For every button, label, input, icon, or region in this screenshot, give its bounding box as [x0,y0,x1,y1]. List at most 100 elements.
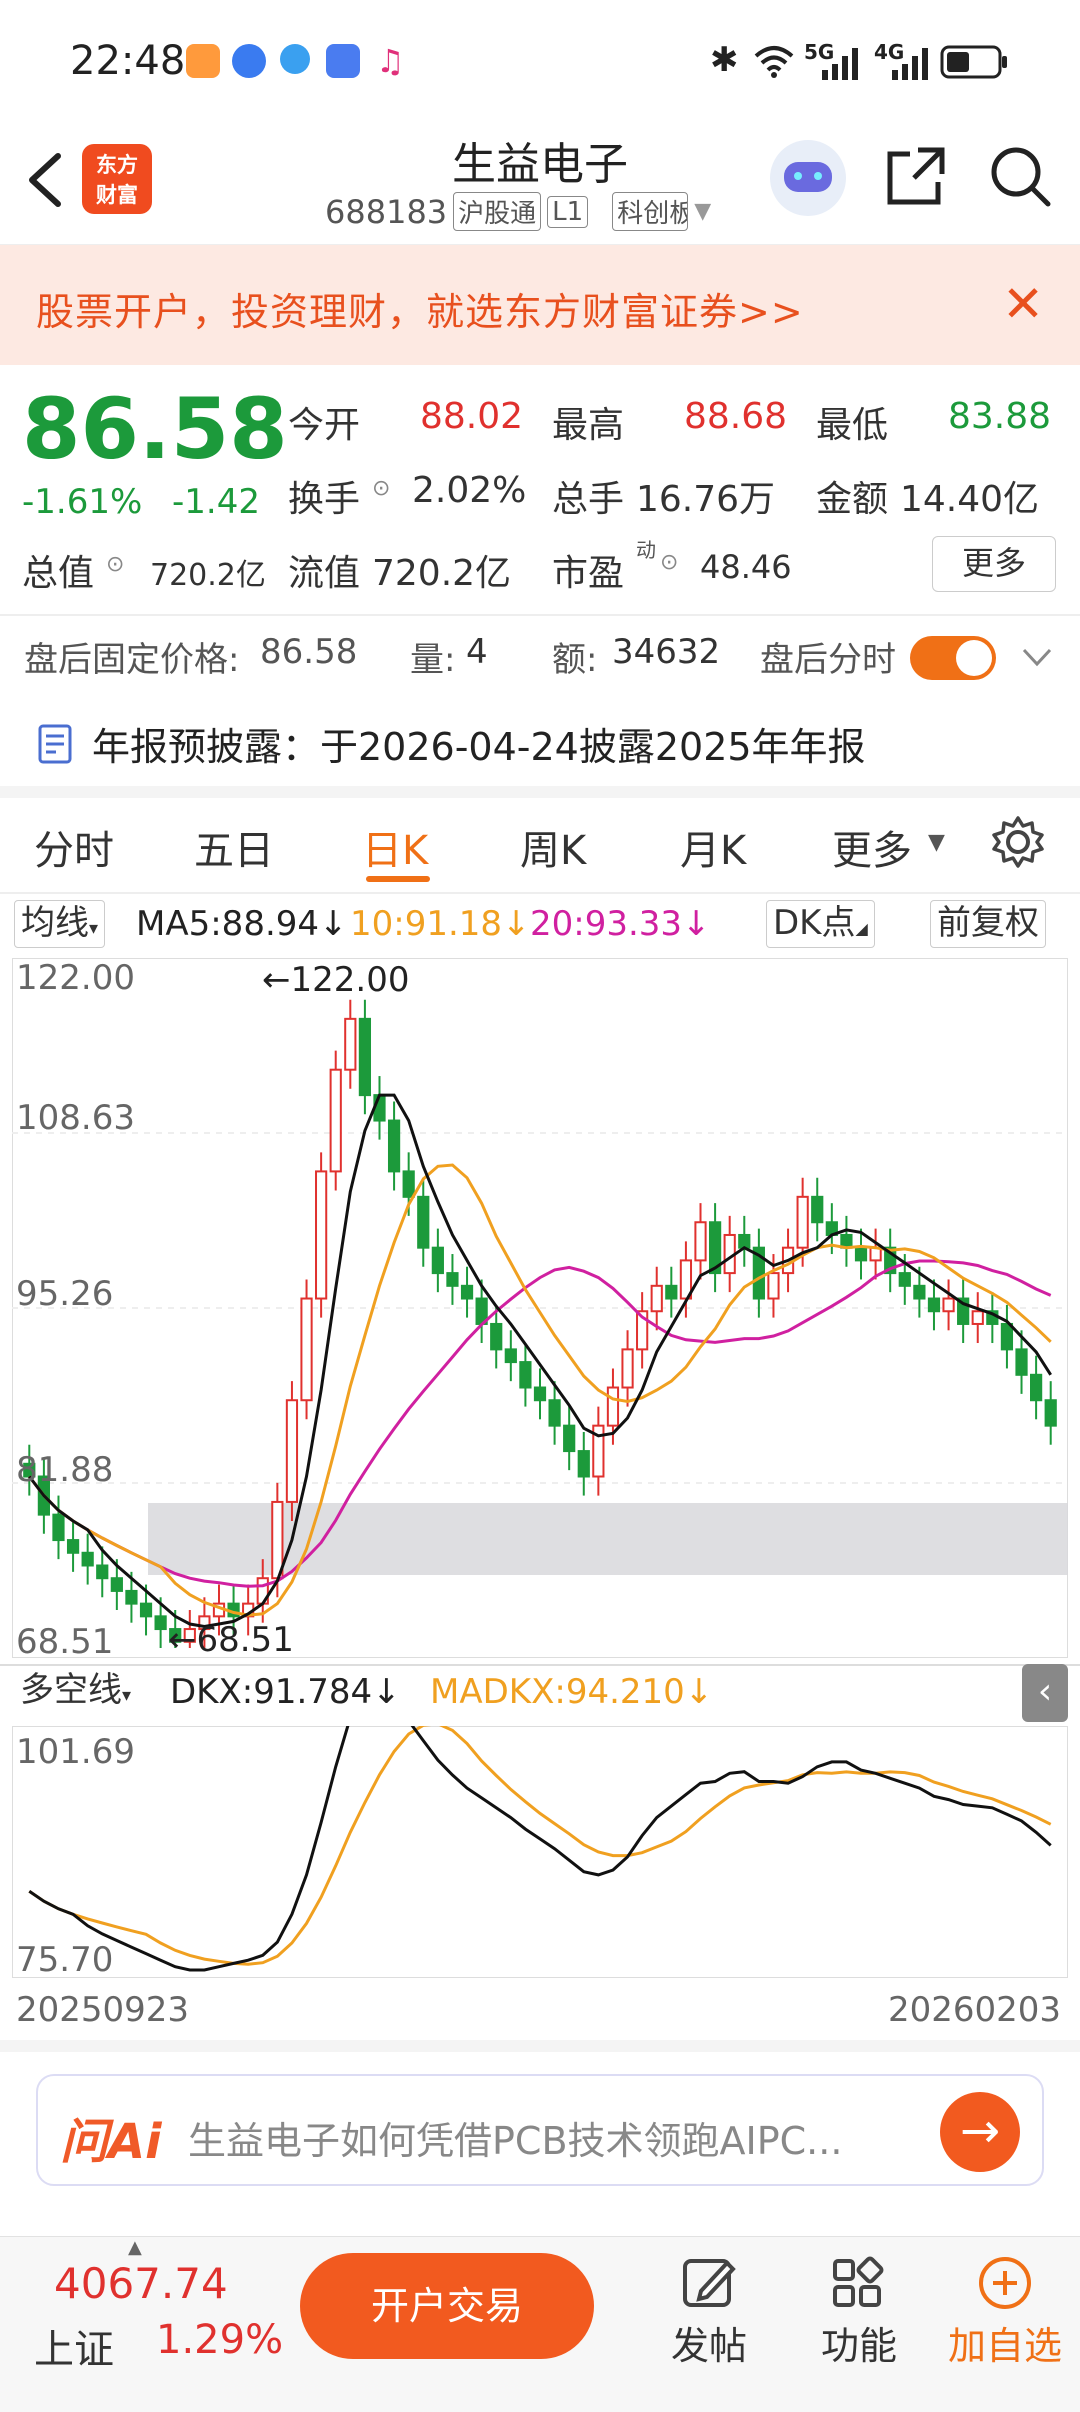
candlestick-chart[interactable] [12,958,1068,1658]
candle [606,1386,620,1427]
tab-monthly-k[interactable]: 月K [680,818,746,876]
candle [110,1577,123,1592]
functions-button[interactable]: 功能 [794,2251,924,2370]
collapse-panel-button[interactable]: ‹ [1022,1664,1068,1722]
tab-intraday[interactable]: 分时 [34,818,114,876]
candle [154,1615,167,1631]
status-bar: 22:48 ♫ ✱ 5G 4G [0,0,1080,120]
robot-assistant-icon[interactable] [770,140,846,216]
candle [971,1310,984,1325]
tab-weekly-k[interactable]: 周K [520,818,586,876]
close-icon[interactable]: ✕ [1002,275,1044,333]
mktcap-label: 总值 [22,553,95,594]
info-icon[interactable]: ⊙ [660,550,678,575]
plus-circle-icon [979,2257,1031,2309]
float-label: 流值 [288,553,361,594]
ai-prompt-text[interactable]: 生益电子如何凭借PCB技术领跑AIPC... [188,2110,948,2165]
pe-label: 市盈 [552,553,625,594]
ai-logo: 问Ai [60,2114,162,2170]
y-axis-label: 108.63 [16,1098,135,1138]
status-time: 22:48 [70,38,186,84]
chevron-down-icon[interactable]: ▼ [694,199,711,224]
post-label: 发帖 [670,2324,747,2368]
divider [0,892,1080,894]
candle [387,1119,401,1173]
candle [621,1348,634,1389]
tab-more[interactable]: 更多 [832,818,912,876]
edit-icon [683,2259,736,2307]
candle [519,1361,532,1389]
candle [913,1284,926,1300]
app-notification-icon [186,44,220,78]
4g-signal-icon [892,48,928,80]
post-button[interactable]: 发帖 [644,2251,774,2370]
ma5-legend: MA5:88.94↓ [136,904,348,944]
chevron-down-icon[interactable]: ▼ [928,830,945,855]
notice-text: 年报预披露：于2026-04-24披露2025年年报 [92,725,866,769]
annual-report-notice[interactable]: 年报预披露：于2026-04-24披露2025年年报 [36,716,866,771]
dk-y-axis-label: 101.69 [16,1732,135,1772]
after-hours-amt: 34632 [612,632,721,672]
grid-icon [833,2256,884,2307]
candle [329,1068,342,1173]
ai-ask-box[interactable]: 问Ai 生益电子如何凭借PCB技术领跑AIPC... → [36,2074,1044,2186]
battery-icon [940,45,1007,79]
index-value[interactable]: 4067.74 [54,2259,228,2308]
arrow-right-icon[interactable]: → [940,2092,1020,2172]
after-hours-vol-label: 量: [410,640,456,680]
after-hours-amt-label: 额: [552,640,598,680]
divider [0,1664,1080,1666]
high-label: 最高 [552,405,625,446]
info-icon[interactable]: ⊙ [106,552,124,577]
index-pct[interactable]: 1.29% [156,2317,283,2363]
high-value: 88.68 [684,396,788,437]
after-hours-intraday-label: 盘后分时 [760,640,896,680]
promo-banner[interactable]: 股票开户，投资理财，就选东方财富证券>> ✕ [0,245,1080,365]
chevron-down-icon[interactable] [1020,646,1054,670]
low-label: 最低 [816,405,889,446]
dk-point-toggle[interactable]: DK点◢ [766,900,875,948]
dk-indicator-select[interactable]: 多空线▾ [14,1668,138,1716]
app-notification-icon [326,44,360,78]
open-label: 今开 [288,405,361,446]
candle [66,1539,80,1554]
tab-daily-k[interactable]: 日K [362,818,428,876]
y-axis-label: 95.26 [16,1274,114,1314]
bottom-bar: ▲ 4067.74 上证 1.29% 开户交易 发帖 功能 加自选 [0,2236,1080,2412]
candle [285,1399,299,1503]
y-axis-label: 122.00 [16,958,135,998]
add-watchlist-button[interactable]: 加自选 [940,2251,1070,2370]
candle [460,1284,474,1300]
more-button[interactable]: 更多 [932,536,1056,592]
candle [854,1246,868,1262]
banner-text[interactable]: 股票开户，投资理财，就选东方财富证券>> [36,281,804,336]
candle [96,1564,109,1580]
ma20-legend: 20:93.33↓ [530,904,711,944]
candle [1030,1373,1043,1402]
after-hours-toggle[interactable] [910,636,996,680]
candle [52,1513,65,1542]
active-tab-indicator [366,876,430,882]
candle [1044,1399,1057,1427]
after-hours-vol: 4 [466,632,488,672]
candle [548,1399,561,1427]
candle [738,1233,751,1249]
candle [139,1602,153,1618]
indicator-select[interactable]: 均线▾ [14,900,106,948]
open-account-trade-button[interactable]: 开户交易 [300,2253,594,2359]
settings-icon[interactable] [990,814,1046,870]
index-name[interactable]: 上证 [34,2317,114,2375]
info-icon[interactable]: ⊙ [372,476,390,501]
x-axis-end: 20260203 [888,1990,1062,2030]
search-icon[interactable] [988,144,1052,208]
x-axis-start: 20250923 [16,1990,190,2030]
dkx-indicator-chart [12,1726,1068,1978]
chevron-up-icon[interactable]: ▲ [128,2237,142,2258]
section-gap [0,786,1080,798]
tab-5day[interactable]: 五日 [194,818,274,876]
after-hours-price: 86.58 [260,632,358,672]
share-icon[interactable] [884,144,948,208]
adjust-select[interactable]: 前复权 [930,900,1046,948]
candle [417,1195,430,1249]
tag-hgt: 沪股通 [453,192,542,231]
